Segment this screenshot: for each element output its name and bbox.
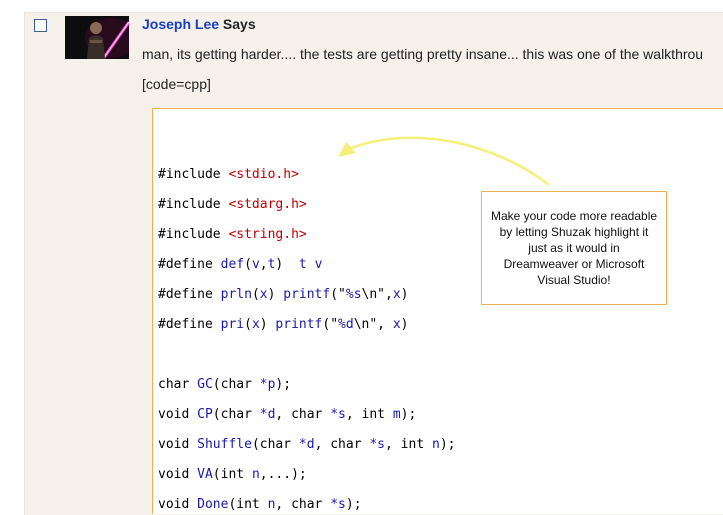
callout-text: Make your code more readable by letting … — [490, 209, 658, 287]
code-token: prln — [220, 287, 252, 302]
code-token: v — [251, 257, 260, 272]
code-token: (char — [212, 407, 260, 422]
code-token: , int — [345, 407, 393, 422]
code-token: (int — [212, 467, 252, 482]
code-line: #define def(v,t) t v — [158, 257, 322, 272]
code-token: x — [392, 317, 401, 332]
code-token: , char — [275, 497, 331, 512]
code-line: #include <stdio.h> — [158, 167, 299, 182]
code-token: <stdarg.h> — [228, 197, 307, 212]
code-token: *s — [330, 497, 346, 512]
code-token: VA — [197, 467, 213, 482]
code-token: <stdio.h> — [228, 167, 299, 182]
code-line: void CP(char *d, char *s, int m); — [158, 407, 416, 422]
says-label: Says — [222, 16, 256, 32]
code-token: %s — [345, 287, 362, 302]
code-token: def — [220, 257, 245, 272]
code-token: m — [392, 407, 401, 422]
code-token: *s — [330, 407, 346, 422]
code-token: n — [251, 467, 260, 482]
code-token: #include — [158, 197, 229, 212]
code-line: void VA(int n,...); — [158, 467, 307, 482]
code-line: #define pri(x) printf("%d\n", x) — [158, 317, 409, 332]
code-token: ) — [400, 317, 409, 332]
code-token: (" — [330, 287, 346, 302]
code-token: ); — [400, 407, 417, 422]
code-token: ( — [251, 287, 260, 302]
code-token: \n", — [361, 287, 393, 302]
code-token: (char — [212, 377, 260, 392]
avatar-image — [65, 16, 129, 59]
code-line: char GC(char *p); — [158, 377, 291, 392]
code-token: , char — [314, 437, 370, 452]
code-token: ); — [345, 497, 362, 512]
code-token: ); — [275, 377, 292, 392]
code-line: void Shuffle(char *d, char *s, int n); — [158, 437, 455, 452]
avatar — [65, 16, 129, 59]
code-token: (int — [228, 497, 268, 512]
code-token: ( — [244, 317, 252, 332]
code-token: , — [259, 257, 268, 272]
code-token: *d — [298, 437, 315, 452]
author-link[interactable]: Joseph Lee — [142, 16, 219, 32]
code-tag-text: [code=cpp] — [142, 76, 211, 92]
code-token: #define — [158, 257, 221, 272]
code-token: ( — [244, 257, 252, 272]
code-token: n — [431, 437, 440, 452]
code-token: printf — [275, 317, 323, 332]
code-line: #include <stdarg.h> — [158, 197, 307, 212]
code-token: void — [158, 497, 198, 512]
code-token: #include — [158, 227, 229, 242]
code-token: *d — [259, 407, 276, 422]
code-token: ) — [400, 287, 409, 302]
code-token: x — [392, 287, 401, 302]
code-token: \n", — [353, 317, 393, 332]
code-token: (char — [251, 437, 299, 452]
code-token: ,...); — [259, 467, 307, 482]
code-token: CP — [197, 407, 213, 422]
code-token: x — [259, 287, 268, 302]
code-token: ) — [267, 287, 284, 302]
code-token: ) — [275, 257, 299, 272]
code-token: (" — [322, 317, 339, 332]
select-comment-checkbox[interactable] — [34, 19, 47, 32]
code-token: ) — [259, 317, 276, 332]
code-token: void — [158, 407, 198, 422]
code-token: #define — [158, 287, 221, 302]
code-token: *p — [259, 377, 276, 392]
code-line: void Done(int n, char *s); — [158, 497, 362, 512]
code-token: %d — [338, 317, 354, 332]
code-token: <string.h> — [228, 227, 307, 242]
code-line: #include <string.h> — [158, 227, 307, 242]
code-token: t — [298, 257, 307, 272]
comment-author-line: Joseph Lee Says — [142, 16, 256, 32]
code-token: *s — [369, 437, 386, 452]
code-token: Shuffle — [197, 437, 252, 452]
code-token: char — [158, 377, 198, 392]
code-token: x — [251, 317, 260, 332]
code-token: printf — [283, 287, 331, 302]
code-token: #include — [158, 167, 229, 182]
code-token: void — [158, 467, 198, 482]
callout-box: Make your code more readable by letting … — [481, 191, 667, 305]
code-token: pri — [220, 317, 245, 332]
code-token: void — [158, 437, 198, 452]
code-line: #define prln(x) printf("%s\n",x) — [158, 287, 409, 302]
code-token: #define — [158, 317, 221, 332]
code-token: Done — [197, 497, 229, 512]
code-token: GC — [197, 377, 213, 392]
comment-text: man, its getting harder.... the tests ar… — [142, 46, 704, 62]
code-token: , int — [385, 437, 432, 452]
code-token: , char — [275, 407, 331, 422]
code-token: v — [314, 257, 323, 272]
code-token: ); — [439, 437, 456, 452]
